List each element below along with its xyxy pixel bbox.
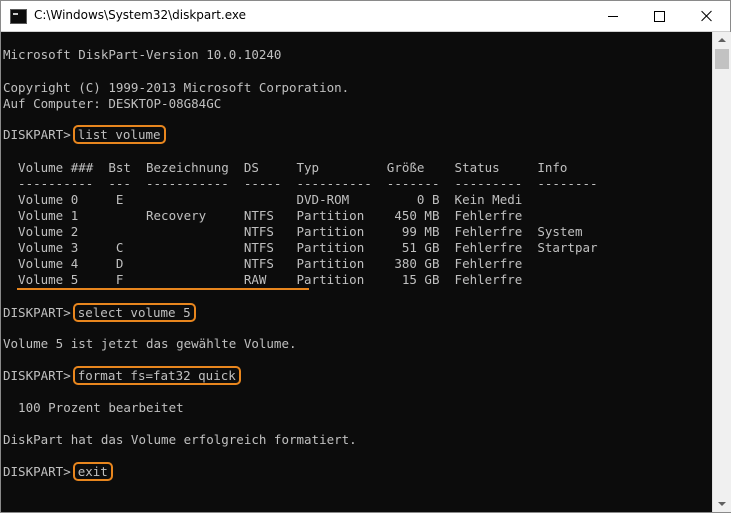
console-output[interactable]: Microsoft DiskPart-Version 10.0.10240 Co… [1, 32, 712, 512]
prompt: DISKPART> [3, 464, 71, 479]
version-line: Microsoft DiskPart-Version 10.0.10240 [3, 47, 282, 62]
copyright-line: Copyright (C) 1999-2013 Microsoft Corpor… [3, 80, 350, 95]
scroll-thumb[interactable] [715, 49, 729, 69]
table-row: Volume 3 C NTFS Partition 51 GB Fehlerfr… [3, 240, 598, 255]
scroll-up-button[interactable] [713, 32, 731, 48]
window-title: C:\Windows\System32\diskpart.exe [34, 8, 246, 22]
minimize-icon [608, 15, 618, 17]
close-icon [701, 10, 713, 22]
title-bar[interactable]: C:\Windows\System32\diskpart.exe [1, 1, 730, 32]
table-row: Volume 0 E DVD-ROM 0 B Kein Medi [3, 192, 523, 207]
vertical-scrollbar[interactable] [712, 32, 731, 512]
command-format: format fs=fat32 quick [72, 366, 241, 385]
volume-table-header: Volume ### Bst Bezeichnung DS Typ Größe … [3, 160, 568, 175]
table-row: Volume 2 NTFS Partition 99 MB Fehlerfre … [3, 224, 583, 239]
prompt: DISKPART> [3, 305, 71, 320]
close-button[interactable] [684, 1, 730, 31]
maximize-button[interactable] [636, 1, 682, 31]
computer-line: Auf Computer: DESKTOP-08G84GC [3, 96, 222, 111]
scroll-down-icon [718, 502, 726, 506]
format-progress-line: 100 Prozent bearbeitet [3, 400, 184, 415]
volume-5-underline [17, 288, 309, 290]
scroll-up-icon [718, 38, 726, 42]
command-select-volume: select volume 5 [72, 303, 196, 322]
table-row: Volume 5 F RAW Partition 15 GB Fehlerfre [3, 272, 523, 287]
table-row: Volume 1 Recovery NTFS Partition 450 MB … [3, 208, 523, 223]
volume-table-separator: ---------- --- ----------- ----- -------… [3, 176, 598, 191]
console-icon[interactable] [10, 9, 27, 24]
prompt: DISKPART> [3, 127, 71, 142]
command-line-format: DISKPART> format fs=fat32 quick [3, 366, 241, 385]
scroll-down-button[interactable] [713, 496, 731, 512]
command-list-volume: list volume [72, 125, 166, 144]
format-result-line: DiskPart hat das Volume erfolgreich form… [3, 432, 357, 447]
command-line-select-volume: DISKPART> select volume 5 [3, 303, 196, 322]
table-row: Volume 4 D NTFS Partition 380 GB Fehlerf… [3, 256, 523, 271]
maximize-icon [653, 10, 665, 22]
prompt: DISKPART> [3, 368, 71, 383]
command-line-exit: DISKPART> exit [3, 462, 113, 481]
command-exit: exit [72, 462, 113, 481]
command-line-list-volume: DISKPART> list volume [3, 125, 166, 144]
console-window: C:\Windows\System32\diskpart.exe Microso… [0, 0, 731, 513]
minimize-button[interactable] [590, 1, 636, 31]
select-result-line: Volume 5 ist jetzt das gewählte Volume. [3, 336, 297, 351]
